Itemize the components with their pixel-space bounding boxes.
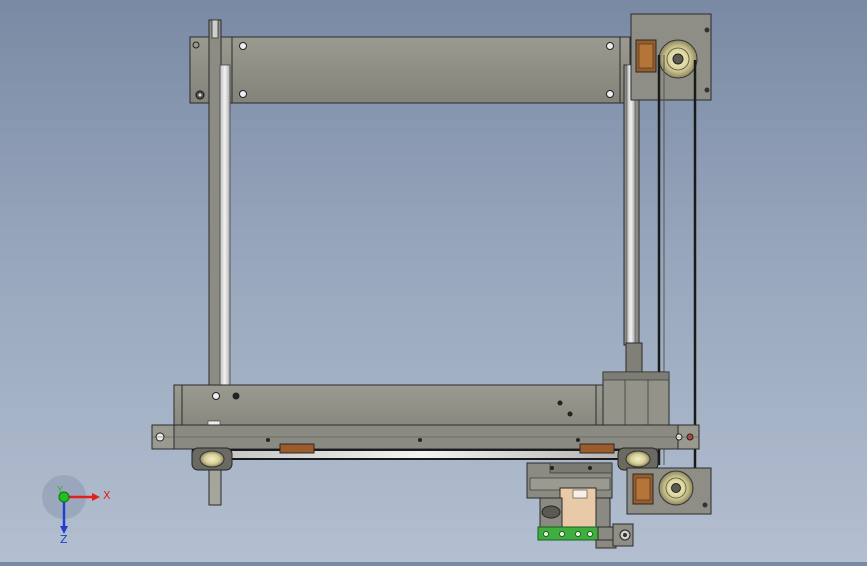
x-axis-arrowhead bbox=[92, 493, 100, 501]
bottom-base-bar bbox=[151, 424, 700, 450]
top-pulley-assembly bbox=[630, 13, 712, 101]
left-bottom-pulley bbox=[191, 447, 233, 471]
axis-triad[interactable]: X Y Z bbox=[42, 475, 111, 546]
y-axis-label: Y bbox=[56, 485, 64, 496]
endstop-board bbox=[537, 523, 634, 549]
cad-viewport[interactable]: X Y Z bbox=[0, 0, 867, 562]
tool-head-carriage bbox=[526, 462, 613, 531]
x-axis-label: X bbox=[103, 489, 111, 502]
assembly-drawing: X Y Z bbox=[42, 13, 712, 549]
right-vertical-rod bbox=[623, 64, 643, 374]
z-axis-label: Z bbox=[60, 533, 68, 546]
top-plate bbox=[189, 36, 631, 104]
